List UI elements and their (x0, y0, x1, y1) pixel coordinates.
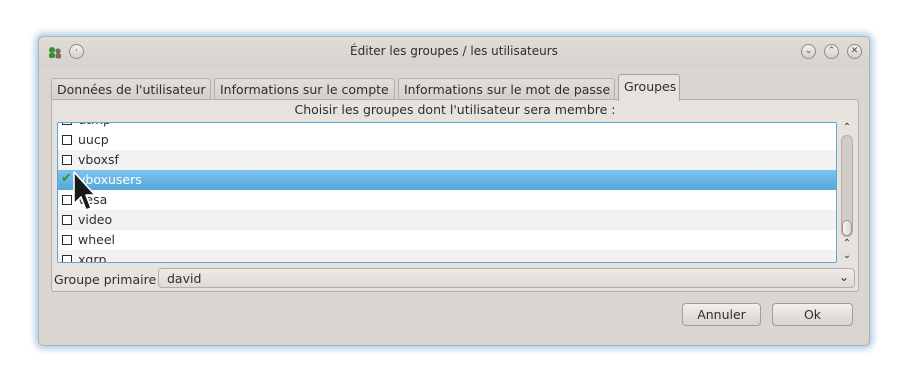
ok-button[interactable]: Ok (772, 303, 853, 326)
groups-panel: Choisir les groupes dont l'utilisateur s… (51, 99, 859, 292)
minimize-button[interactable]: ⌄ (801, 44, 816, 59)
group-checkbox[interactable] (62, 135, 72, 145)
list-item-selected[interactable]: ✔ vboxusers (58, 170, 836, 190)
scroll-handle[interactable] (842, 220, 852, 236)
close-button[interactable]: ✕ (847, 44, 862, 59)
group-checkbox[interactable] (62, 235, 72, 245)
cancel-button[interactable]: Annuler (682, 303, 761, 326)
tab-password-info[interactable]: Informations sur le mot de passe (398, 78, 615, 100)
tab-user-data[interactable]: Données de l'utilisateur (51, 78, 211, 100)
group-label: video (78, 212, 113, 227)
list-item[interactable]: video (58, 210, 836, 230)
mouse-pointer-icon (73, 171, 96, 211)
scroll-up-arrow-icon[interactable]: ⌃ (840, 122, 854, 134)
group-checkbox[interactable] (62, 255, 72, 262)
window-title: Éditer les groupes / les utilisateurs (350, 44, 558, 58)
group-checkbox[interactable] (62, 215, 72, 225)
scroll-down-arrow-icon[interactable]: ⌄ (840, 250, 854, 262)
group-label: xgrp (78, 252, 107, 263)
checkmark-icon[interactable]: ✔ (61, 171, 72, 186)
group-checkbox[interactable] (62, 123, 72, 125)
scroll-track[interactable] (841, 135, 853, 237)
tab-groups[interactable]: Groupes (618, 74, 680, 101)
group-checkbox[interactable] (62, 155, 72, 165)
primary-group-select[interactable]: david ⌄ (158, 268, 855, 288)
dialog-window: · Éditer les groupes / les utilisateurs … (38, 36, 870, 346)
primary-group-label: Groupe primaire (54, 272, 157, 287)
list-item[interactable]: utmp (58, 123, 836, 130)
group-checkbox[interactable] (62, 195, 72, 205)
group-label: vboxsf (78, 152, 119, 167)
list-item[interactable]: vesa (58, 190, 836, 210)
list-item[interactable]: uucp (58, 130, 836, 150)
list-item[interactable]: wheel (58, 230, 836, 250)
groups-instruction: Choisir les groupes dont l'utilisateur s… (294, 102, 616, 117)
group-label: utmp (78, 123, 111, 127)
maximize-button[interactable]: ⌃ (824, 44, 839, 59)
group-label: wheel (78, 232, 115, 247)
group-label: uucp (78, 132, 109, 147)
primary-group-value: david (167, 271, 202, 286)
list-item[interactable]: vboxsf (58, 150, 836, 170)
chevron-down-icon[interactable]: ⌄ (839, 270, 849, 284)
groups-scrollbar[interactable]: ⌃ ⌃ ⌄ (839, 122, 855, 263)
titlebar[interactable]: · Éditer les groupes / les utilisateurs … (39, 37, 869, 67)
list-item[interactable]: xgrp (58, 250, 836, 263)
groups-list[interactable]: utmp uucp vboxsf ✔ vboxusers vesa video (57, 122, 837, 263)
tab-account-info[interactable]: Informations sur le compte (214, 78, 395, 100)
scroll-up-arrow-icon[interactable]: ⌃ (840, 238, 854, 250)
